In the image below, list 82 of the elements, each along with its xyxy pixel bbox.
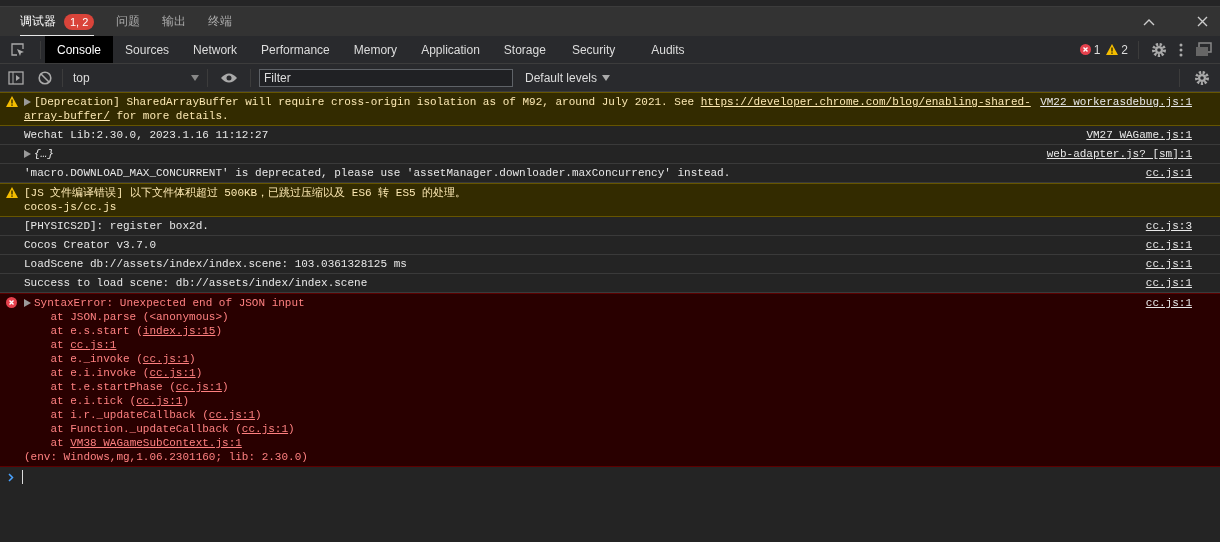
source-link[interactable]: VM22 workerasdebug.js:1: [1040, 95, 1192, 123]
message-line: Success to load scene: db://assets/index/index.scene: [24, 276, 369, 290]
source-link[interactable]: cc.js:1: [142, 352, 190, 366]
sidebar-toggle-icon[interactable]: [8, 70, 24, 85]
message-line: Wechat Lib:2.30.0, 2023.1.16 11:12:27: [24, 128, 270, 142]
source-link[interactable]: VM27 WAGame.js:1: [1086, 128, 1192, 142]
log-levels-dropdown[interactable]: Default levels: [519, 69, 617, 86]
message-line: (env: Windows,mg,1.06.2301160; lib: 2.30.0): [24, 450, 309, 464]
devtools-tab[interactable]: Network: [181, 36, 250, 63]
message-line: at e.s.start (index.js:15): [49, 324, 224, 338]
message-line: cocos-js/cc.js: [24, 200, 118, 214]
panel-tab[interactable]: 输出: [162, 7, 187, 36]
devtools-tab[interactable]: Console: [45, 36, 114, 63]
chevron-up-icon[interactable]: [1143, 17, 1155, 26]
source-link[interactable]: cc.js:1: [1145, 166, 1192, 180]
source-link[interactable]: cc.js:1: [1145, 257, 1192, 271]
devtools-tab[interactable]: Storage: [491, 36, 558, 63]
message-line: at e.i.tick (cc.js:1): [49, 394, 191, 408]
devtools-tab[interactable]: Performance: [249, 36, 342, 63]
expand-triangle-icon[interactable]: [24, 150, 31, 158]
error-icon: [1079, 44, 1091, 55]
source-link[interactable]: cc.js:3: [1145, 219, 1192, 233]
message-line: at e.i.invoke (cc.js:1): [49, 366, 204, 380]
source-link[interactable]: cc.js:1: [1145, 238, 1192, 252]
message-line: {…}: [24, 147, 1039, 161]
devtools-tab[interactable]: Security: [557, 36, 630, 63]
message-line: at Function._updateCallback (cc.js:1): [49, 422, 296, 436]
message-line: [Deprecation] SharedArrayBuffer will require cross-origin isolation as of M92, around July 2021. See https://developer.chrome.com/blog/enabling-shared-: [24, 95, 1033, 109]
source-link[interactable]: index.js:15: [142, 324, 216, 338]
message-line: 'macro.DOWNLOAD_MAX_CONCURRENT' is deprecated, please use 'assetManager.downloader.maxConcurrency' instead.: [24, 166, 732, 180]
source-link[interactable]: cc.js:1: [70, 338, 117, 352]
warning-icon: [1106, 44, 1119, 55]
dock-icon[interactable]: [1195, 42, 1212, 57]
warning-count: 2: [1121, 42, 1128, 57]
message-line: Cocos Creator v3.7.0: [24, 238, 158, 252]
message-line: at VM38 WAGameSubContext.js:1: [49, 436, 243, 450]
devtools-tab[interactable]: Sources: [113, 36, 182, 63]
panel-tab[interactable]: 问题: [116, 7, 141, 36]
panel-tab[interactable]: 终端: [208, 7, 233, 36]
issue-count-badge: 1, 2: [64, 13, 95, 30]
source-link[interactable]: cc.js:1: [241, 422, 289, 436]
message-line: at JSON.parse (<anonymous>): [49, 310, 230, 324]
source-link[interactable]: https://developer.chrome.com/blog/enabling-shared-: [700, 95, 1031, 109]
caret-icon: [602, 74, 611, 81]
devtools-tab[interactable]: Audits: [629, 36, 707, 63]
eye-icon[interactable]: [220, 71, 238, 84]
message-line: array-buffer/ for more details.: [24, 109, 230, 123]
source-link[interactable]: cc.js:1: [1145, 296, 1192, 464]
source-link[interactable]: array-buffer/: [24, 109, 110, 123]
message-line: [JS 文件编译错误] 以下文件体积超过 500KB，已跳过压缩以及 ES6 转 ES5 的处理。: [24, 186, 468, 200]
devtools-tab[interactable]: Memory: [341, 36, 410, 63]
context-selector[interactable]: top: [67, 70, 203, 85]
source-link[interactable]: cc.js:1: [1145, 276, 1192, 290]
expand-triangle-icon[interactable]: [24, 299, 31, 307]
message-line: at t.e.startPhase (cc.js:1): [49, 380, 230, 394]
source-link[interactable]: cc.js:1: [208, 408, 256, 422]
inspect-icon[interactable]: [10, 41, 26, 58]
source-link[interactable]: VM38 WAGameSubContext.js:1: [70, 436, 242, 450]
source-link[interactable]: web-adapter.js? [sm]:1: [1046, 147, 1192, 161]
message-line: [PHYSICS2D]: register box2d.: [24, 219, 210, 233]
expand-triangle-icon[interactable]: [24, 98, 31, 106]
source-link[interactable]: cc.js:1: [136, 394, 183, 408]
prompt-chevron-icon: [8, 472, 14, 482]
settings-icon[interactable]: [1194, 69, 1210, 86]
message-line: SyntaxError: Unexpected end of JSON input: [24, 296, 1138, 310]
warning-icon: [6, 96, 18, 107]
close-icon[interactable]: [1197, 16, 1208, 27]
error-icon: [6, 297, 17, 308]
filter-field[interactable]: Filter: [259, 68, 513, 87]
devtools-tab[interactable]: Application: [409, 36, 492, 63]
source-link[interactable]: cc.js:1: [175, 380, 223, 394]
settings-icon[interactable]: [1151, 41, 1167, 58]
more-options-icon[interactable]: [1179, 42, 1183, 57]
message-line: LoadScene db://assets/index/index.scene: 103.0361328125 ms: [24, 257, 408, 271]
message-line: at i.r._updateCallback (cc.js:1): [49, 408, 263, 422]
message-line: at e._invoke (cc.js:1): [49, 352, 197, 366]
source-link[interactable]: cc.js:1: [149, 366, 196, 380]
clear-console-icon[interactable]: [38, 70, 52, 85]
message-line: at cc.js:1: [49, 338, 118, 352]
caret-icon: [191, 74, 199, 81]
warning-icon: [6, 187, 18, 198]
error-count: 1: [1093, 42, 1101, 57]
